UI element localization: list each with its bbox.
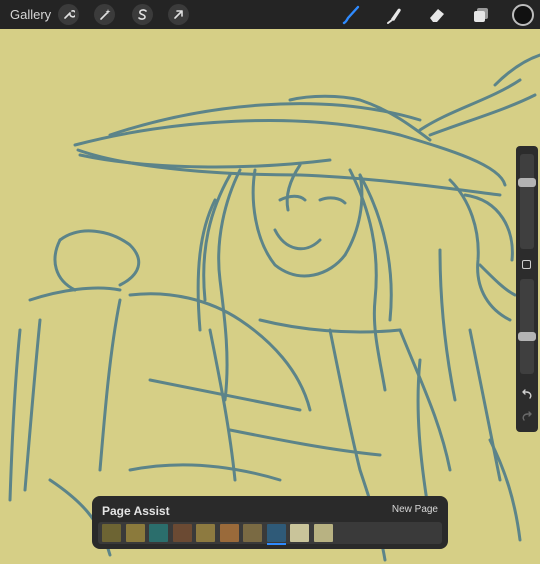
page-thumbnail[interactable] — [196, 524, 215, 542]
top-toolbar: Gallery — [0, 0, 540, 29]
eraser-icon[interactable] — [426, 4, 448, 26]
page-thumbnail[interactable] — [290, 524, 309, 542]
selection-s-icon[interactable] — [132, 4, 153, 25]
smudge-icon[interactable] — [384, 4, 406, 26]
magic-wand-icon[interactable] — [94, 4, 115, 25]
layers-icon[interactable] — [470, 4, 492, 26]
page-thumbnail[interactable] — [125, 524, 145, 542]
drawing-canvas[interactable] — [0, 0, 540, 564]
brush-size-slider[interactable] — [518, 154, 536, 249]
page-thumbnail[interactable] — [219, 524, 239, 542]
opacity-thumb[interactable] — [518, 332, 536, 341]
page-assist-panel: Page Assist New Page — [92, 496, 448, 549]
opacity-slider[interactable] — [518, 279, 536, 374]
page-assist-title: Page Assist — [102, 504, 170, 518]
gallery-button[interactable]: Gallery — [10, 7, 51, 22]
color-swatch[interactable] — [512, 4, 534, 26]
brush-icon[interactable] — [340, 4, 362, 26]
brush-size-thumb[interactable] — [518, 178, 536, 187]
page-thumbnail-strip — [98, 522, 442, 545]
new-page-button[interactable]: New Page — [392, 504, 438, 515]
page-thumbnail[interactable] — [149, 524, 168, 542]
page-thumbnail[interactable] — [266, 524, 286, 542]
side-toolbar — [516, 146, 538, 432]
modify-button[interactable] — [522, 260, 531, 269]
wrench-icon[interactable] — [58, 4, 79, 25]
page-thumbnail[interactable] — [243, 524, 262, 542]
undo-icon[interactable] — [521, 388, 533, 400]
redo-icon[interactable] — [521, 410, 533, 422]
transform-arrow-icon[interactable] — [168, 4, 189, 25]
page-thumbnail[interactable] — [172, 524, 192, 542]
selected-page-indicator — [266, 543, 286, 545]
page-thumbnail[interactable] — [313, 524, 333, 542]
page-thumbnail[interactable] — [102, 524, 121, 542]
